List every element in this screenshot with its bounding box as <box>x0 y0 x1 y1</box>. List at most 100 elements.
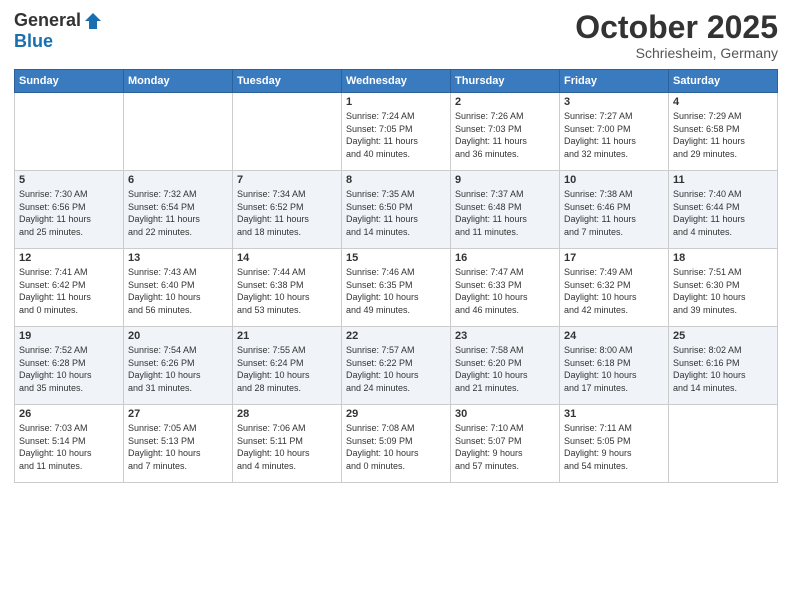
day-info: Sunrise: 7:10 AM Sunset: 5:07 PM Dayligh… <box>455 422 555 472</box>
calendar-cell: 29 Sunrise: 7:08 AM Sunset: 5:09 PM Dayli… <box>342 405 451 483</box>
location: Schriesheim, Germany <box>575 45 778 61</box>
week-row-4: 19Sunrise: 7:52 AM Sunset: 6:28 PM Dayli… <box>15 327 778 405</box>
calendar-cell: 15 Sunrise: 7:46 AM Sunset: 6:35 PM Dayli… <box>342 249 451 327</box>
day-info: Sunrise: 7:29 AM Sunset: 6:58 PM Dayligh… <box>673 110 773 160</box>
calendar-cell: 8 Sunrise: 7:35 AM Sunset: 6:50 PM Daylig… <box>342 171 451 249</box>
day-info: Sunrise: 7:26 AM Sunset: 7:03 PM Dayligh… <box>455 110 555 160</box>
weekday-header-row: SundayMondayTuesdayWednesdayThursdayFrid… <box>15 70 778 93</box>
day-info: Sunrise: 7:03 AM Sunset: 5:14 PM Dayligh… <box>19 422 119 472</box>
day-number: 1 <box>346 96 446 108</box>
calendar-cell: 31Sunrise: 7:11 AM Sunset: 5:05 PM Dayli… <box>560 405 669 483</box>
day-info: Sunrise: 7:41 AM Sunset: 6:42 PM Dayligh… <box>19 266 119 316</box>
week-row-5: 26 Sunrise: 7:03 AM Sunset: 5:14 PM Dayli… <box>15 405 778 483</box>
day-number: 2 <box>455 96 555 108</box>
day-number: 19 <box>19 330 119 342</box>
calendar-cell: 4 Sunrise: 7:29 AM Sunset: 6:58 PM Daylig… <box>669 93 778 171</box>
calendar-cell: 10 Sunrise: 7:38 AM Sunset: 6:46 PM Dayli… <box>560 171 669 249</box>
day-number: 8 <box>346 174 446 186</box>
day-number: 18 <box>673 252 773 264</box>
calendar-cell: 6 Sunrise: 7:32 AM Sunset: 6:54 PM Daylig… <box>124 171 233 249</box>
day-info: Sunrise: 7:58 AM Sunset: 6:20 PM Dayligh… <box>455 344 555 394</box>
logo-icon <box>83 11 103 31</box>
calendar-cell: 3 Sunrise: 7:27 AM Sunset: 7:00 PM Daylig… <box>560 93 669 171</box>
day-info: Sunrise: 7:54 AM Sunset: 6:26 PM Dayligh… <box>128 344 228 394</box>
calendar-cell: 18 Sunrise: 7:51 AM Sunset: 6:30 PM Dayli… <box>669 249 778 327</box>
day-info: Sunrise: 7:05 AM Sunset: 5:13 PM Dayligh… <box>128 422 228 472</box>
day-number: 15 <box>346 252 446 264</box>
day-number: 29 <box>346 408 446 420</box>
day-info: Sunrise: 7:55 AM Sunset: 6:24 PM Dayligh… <box>237 344 337 394</box>
day-number: 23 <box>455 330 555 342</box>
day-info: Sunrise: 7:43 AM Sunset: 6:40 PM Dayligh… <box>128 266 228 316</box>
day-info: Sunrise: 7:08 AM Sunset: 5:09 PM Dayligh… <box>346 422 446 472</box>
calendar-cell <box>124 93 233 171</box>
calendar-cell: 7 Sunrise: 7:34 AM Sunset: 6:52 PM Daylig… <box>233 171 342 249</box>
week-row-3: 12 Sunrise: 7:41 AM Sunset: 6:42 PM Dayli… <box>15 249 778 327</box>
day-number: 21 <box>237 330 337 342</box>
day-number: 7 <box>237 174 337 186</box>
day-number: 22 <box>346 330 446 342</box>
calendar-page: General Blue October 2025 Schriesheim, G… <box>0 0 792 612</box>
day-info: Sunrise: 7:35 AM Sunset: 6:50 PM Dayligh… <box>346 188 446 238</box>
calendar-cell: 30 Sunrise: 7:10 AM Sunset: 5:07 PM Dayli… <box>451 405 560 483</box>
day-info: Sunrise: 7:27 AM Sunset: 7:00 PM Dayligh… <box>564 110 664 160</box>
header: General Blue October 2025 Schriesheim, G… <box>14 10 778 61</box>
day-info: Sunrise: 7:32 AM Sunset: 6:54 PM Dayligh… <box>128 188 228 238</box>
day-info: Sunrise: 7:38 AM Sunset: 6:46 PM Dayligh… <box>564 188 664 238</box>
week-row-2: 5 Sunrise: 7:30 AM Sunset: 6:56 PM Daylig… <box>15 171 778 249</box>
day-number: 3 <box>564 96 664 108</box>
day-info: Sunrise: 7:34 AM Sunset: 6:52 PM Dayligh… <box>237 188 337 238</box>
calendar-cell: 28Sunrise: 7:06 AM Sunset: 5:11 PM Dayli… <box>233 405 342 483</box>
calendar-cell: 25 Sunrise: 8:02 AM Sunset: 6:16 PM Dayli… <box>669 327 778 405</box>
weekday-header-saturday: Saturday <box>669 70 778 93</box>
day-info: Sunrise: 7:57 AM Sunset: 6:22 PM Dayligh… <box>346 344 446 394</box>
day-number: 12 <box>19 252 119 264</box>
day-info: Sunrise: 7:49 AM Sunset: 6:32 PM Dayligh… <box>564 266 664 316</box>
calendar-cell: 24 Sunrise: 8:00 AM Sunset: 6:18 PM Dayli… <box>560 327 669 405</box>
day-info: Sunrise: 8:00 AM Sunset: 6:18 PM Dayligh… <box>564 344 664 394</box>
day-info: Sunrise: 7:47 AM Sunset: 6:33 PM Dayligh… <box>455 266 555 316</box>
calendar-table: SundayMondayTuesdayWednesdayThursdayFrid… <box>14 69 778 483</box>
day-number: 6 <box>128 174 228 186</box>
title-block: October 2025 Schriesheim, Germany <box>575 10 778 61</box>
day-info: Sunrise: 7:44 AM Sunset: 6:38 PM Dayligh… <box>237 266 337 316</box>
calendar-cell <box>669 405 778 483</box>
day-info: Sunrise: 7:37 AM Sunset: 6:48 PM Dayligh… <box>455 188 555 238</box>
day-info: Sunrise: 7:30 AM Sunset: 6:56 PM Dayligh… <box>19 188 119 238</box>
week-row-1: 1 Sunrise: 7:24 AM Sunset: 7:05 PM Daylig… <box>15 93 778 171</box>
weekday-header-friday: Friday <box>560 70 669 93</box>
calendar-cell: 20 Sunrise: 7:54 AM Sunset: 6:26 PM Dayli… <box>124 327 233 405</box>
logo: General Blue <box>14 10 103 52</box>
calendar-cell: 9 Sunrise: 7:37 AM Sunset: 6:48 PM Daylig… <box>451 171 560 249</box>
day-number: 9 <box>455 174 555 186</box>
day-info: Sunrise: 7:24 AM Sunset: 7:05 PM Dayligh… <box>346 110 446 160</box>
calendar-cell: 16 Sunrise: 7:47 AM Sunset: 6:33 PM Dayli… <box>451 249 560 327</box>
logo-general-text: General <box>14 10 81 31</box>
day-number: 16 <box>455 252 555 264</box>
day-info: Sunrise: 7:40 AM Sunset: 6:44 PM Dayligh… <box>673 188 773 238</box>
calendar-cell: 5 Sunrise: 7:30 AM Sunset: 6:56 PM Daylig… <box>15 171 124 249</box>
day-number: 14 <box>237 252 337 264</box>
calendar-cell <box>15 93 124 171</box>
day-info: Sunrise: 7:06 AM Sunset: 5:11 PM Dayligh… <box>237 422 337 472</box>
day-number: 30 <box>455 408 555 420</box>
day-number: 10 <box>564 174 664 186</box>
calendar-cell: 13Sunrise: 7:43 AM Sunset: 6:40 PM Dayli… <box>124 249 233 327</box>
weekday-header-thursday: Thursday <box>451 70 560 93</box>
calendar-cell: 27Sunrise: 7:05 AM Sunset: 5:13 PM Dayli… <box>124 405 233 483</box>
weekday-header-tuesday: Tuesday <box>233 70 342 93</box>
day-number: 24 <box>564 330 664 342</box>
day-info: Sunrise: 7:51 AM Sunset: 6:30 PM Dayligh… <box>673 266 773 316</box>
day-number: 25 <box>673 330 773 342</box>
logo-blue-text: Blue <box>14 31 53 52</box>
day-number: 4 <box>673 96 773 108</box>
calendar-cell: 17 Sunrise: 7:49 AM Sunset: 6:32 PM Dayli… <box>560 249 669 327</box>
day-number: 26 <box>19 408 119 420</box>
calendar-cell: 14 Sunrise: 7:44 AM Sunset: 6:38 PM Dayli… <box>233 249 342 327</box>
day-info: Sunrise: 8:02 AM Sunset: 6:16 PM Dayligh… <box>673 344 773 394</box>
day-number: 17 <box>564 252 664 264</box>
day-info: Sunrise: 7:46 AM Sunset: 6:35 PM Dayligh… <box>346 266 446 316</box>
day-number: 20 <box>128 330 228 342</box>
calendar-cell: 21 Sunrise: 7:55 AM Sunset: 6:24 PM Dayli… <box>233 327 342 405</box>
day-number: 5 <box>19 174 119 186</box>
